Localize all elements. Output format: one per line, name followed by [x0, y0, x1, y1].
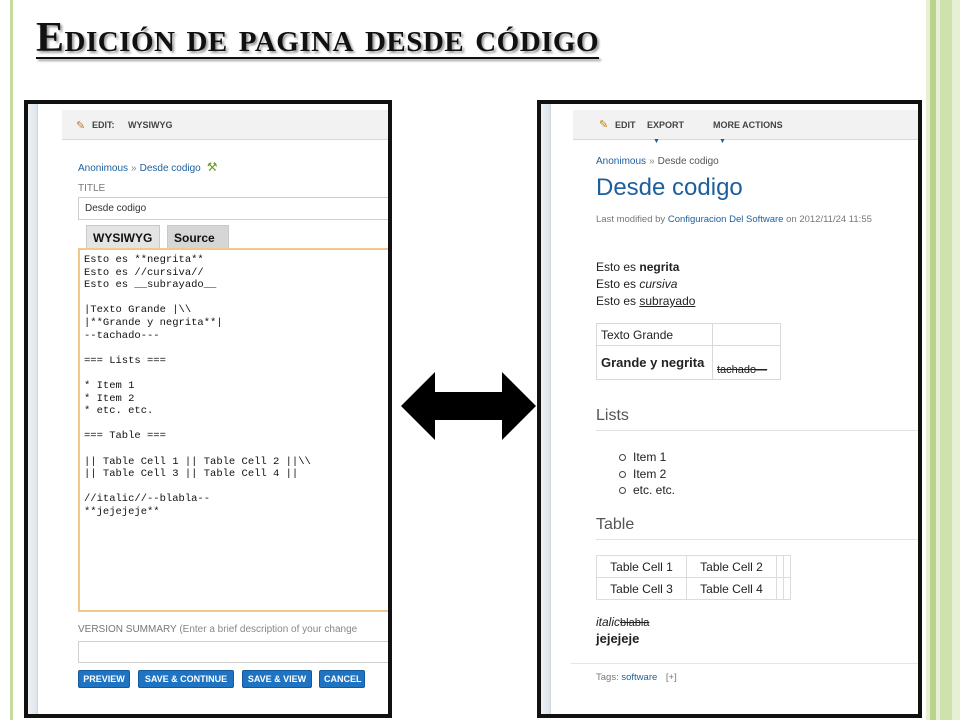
- list-item: Item 1: [619, 449, 675, 466]
- page-menu-bar: ✎ EDIT EXPORT ▼ MORE ACTIONS ▼: [573, 110, 918, 145]
- editor-topbar: ✎ EDIT: WYSIWYG: [62, 110, 388, 140]
- list-item: etc. etc.: [619, 482, 675, 499]
- breadcrumb-root[interactable]: Anonimous: [596, 156, 646, 167]
- tag-link[interactable]: software: [621, 672, 657, 683]
- underlined-text: subrayado: [639, 294, 696, 308]
- strikethrough-text: blabla: [620, 617, 650, 629]
- table-cell: Texto Grande: [596, 323, 713, 346]
- italic-text: italic: [596, 615, 621, 629]
- table-cell: tachado—: [712, 345, 781, 380]
- italic-line: Esto es cursiva: [596, 277, 678, 291]
- formatted-text-block: Esto es negrita Esto es cursiva Esto es …: [596, 259, 695, 310]
- double-arrow-icon: [401, 372, 536, 440]
- tags-label: Tags:: [596, 672, 619, 683]
- slide-left-rule: [10, 0, 13, 720]
- bold-line: Esto es negrita: [596, 260, 680, 274]
- menu-export[interactable]: EXPORT: [647, 120, 684, 130]
- section-divider: [596, 430, 918, 431]
- slide-right-decoration: [926, 0, 960, 720]
- table-cell: Table Cell 1: [596, 555, 687, 578]
- breadcrumb: Anonimous» Desde codigo: [596, 156, 719, 167]
- breadcrumb: Anonimous» Desde codigo ⚒: [78, 160, 218, 174]
- last-modified-info: Last modified by Configuracion Del Softw…: [596, 213, 916, 227]
- editor-screenshot: ✎ EDIT: WYSIWYG Anonimous» Desde codigo ⚒ …: [24, 100, 392, 718]
- tab-source[interactable]: Source: [167, 225, 229, 249]
- table-cell: Table Cell 2: [686, 555, 777, 578]
- menu-edit[interactable]: EDIT: [615, 120, 636, 130]
- wrench-icon[interactable]: ⚒: [207, 160, 218, 174]
- format-table: Texto Grande Grande y negrita tachado—: [596, 323, 781, 380]
- breadcrumb-separator: »: [649, 156, 655, 167]
- rendered-page-screenshot: ✎ EDIT EXPORT ▼ MORE ACTIONS ▼ Anonimous…: [537, 100, 922, 718]
- decoration-bar: [930, 0, 936, 720]
- table-cell: Table Cell 3: [596, 577, 687, 600]
- edit-mode-label: WYSIWYG: [128, 120, 173, 130]
- preview-button[interactable]: PREVIEW: [78, 670, 130, 688]
- version-summary-hint: (Enter a brief description of your chang…: [179, 624, 358, 635]
- menu-more-actions[interactable]: MORE ACTIONS: [713, 120, 783, 130]
- decoration-bar: [940, 0, 952, 720]
- underline-line: Esto es subrayado: [596, 294, 696, 308]
- bullet-list: Item 1 Item 2 etc. etc.: [619, 449, 675, 499]
- add-tag-button[interactable]: [+]: [666, 672, 677, 683]
- author-link[interactable]: Configuracion Del Software: [668, 214, 784, 225]
- source-editor-textarea[interactable]: Esto es **negrita** Esto es //cursiva// …: [78, 248, 388, 612]
- title-input[interactable]: Desde codigo: [78, 197, 388, 220]
- chevron-down-icon[interactable]: ▼: [719, 138, 726, 145]
- version-summary-input[interactable]: [78, 641, 388, 663]
- table-row: Table Cell 1 Table Cell 2: [596, 555, 791, 578]
- title-label: TITLE: [78, 183, 106, 194]
- breadcrumb-root[interactable]: Anonimous: [78, 163, 128, 174]
- window-edge: [541, 104, 551, 714]
- window-edge: [28, 104, 38, 714]
- pencil-icon: ✎: [76, 120, 86, 132]
- tags-bar: Tags: software [+]: [571, 663, 918, 693]
- pencil-icon: ✎: [599, 119, 609, 131]
- breadcrumb-current: Desde codigo: [657, 156, 719, 167]
- italic-strike-line: italicblabla: [596, 615, 649, 629]
- last-modified-prefix: Last modified by: [596, 214, 666, 225]
- section-divider: [596, 539, 918, 540]
- table-row: Table Cell 3 Table Cell 4: [596, 577, 791, 600]
- table-cell: Grande y negrita: [596, 345, 713, 380]
- version-summary-title: VERSION SUMMARY: [78, 624, 177, 635]
- table-cell: [776, 555, 784, 578]
- lists-heading: Lists: [596, 407, 629, 424]
- table-heading: Table: [596, 516, 635, 533]
- breadcrumb-current[interactable]: Desde codigo: [140, 163, 201, 174]
- italic-text: cursiva: [639, 277, 678, 291]
- strikethrough-text: tachado—: [717, 363, 768, 376]
- cancel-button[interactable]: CANCEL: [319, 670, 365, 688]
- page-title: Desde codigo: [596, 174, 743, 201]
- table-cell: [776, 577, 784, 600]
- chevron-down-icon[interactable]: ▼: [653, 138, 660, 145]
- bold-text: jejejeje: [596, 631, 640, 646]
- edit-label[interactable]: EDIT:: [92, 120, 115, 130]
- data-table: Table Cell 1 Table Cell 2 Table Cell 3 T…: [596, 555, 791, 600]
- breadcrumb-separator: »: [131, 163, 137, 174]
- save-view-button[interactable]: SAVE & VIEW: [242, 670, 312, 688]
- save-continue-button[interactable]: SAVE & CONTINUE: [138, 670, 234, 688]
- bold-text: negrita: [639, 260, 680, 274]
- list-item: Item 2: [619, 466, 675, 483]
- table-cell: [712, 323, 781, 346]
- tab-wysiwyg[interactable]: WYSIWYG: [86, 225, 160, 249]
- last-modified-date: on 2012/11/24 11:55: [786, 214, 872, 225]
- table-cell: Table Cell 4: [686, 577, 777, 600]
- version-summary-label: VERSION SUMMARY (Enter a brief descripti…: [78, 624, 357, 635]
- slide-title: Edición de pagina desde código: [36, 15, 600, 61]
- table-cell: [783, 577, 791, 600]
- table-cell: [783, 555, 791, 578]
